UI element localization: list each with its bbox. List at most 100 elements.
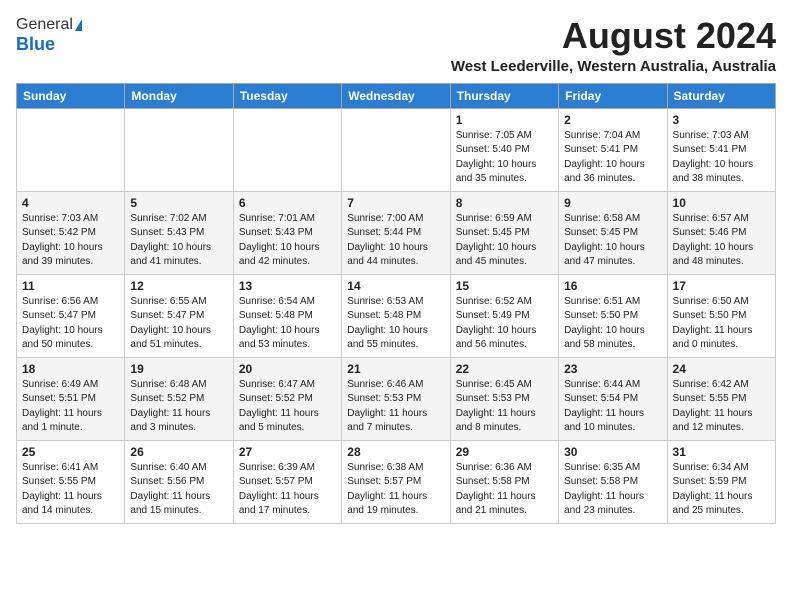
day-info: Sunrise: 6:53 AM Sunset: 5:48 PM Dayligh…: [347, 295, 444, 353]
calendar-cell: [233, 108, 341, 191]
day-number: 12: [130, 279, 227, 293]
day-number: 21: [347, 362, 444, 376]
day-info: Sunrise: 6:54 AM Sunset: 5:48 PM Dayligh…: [239, 295, 336, 353]
location-title: West Leederville, Western Australia, Aus…: [451, 58, 776, 75]
calendar-cell: 24Sunrise: 6:42 AM Sunset: 5:55 PM Dayli…: [667, 357, 775, 440]
day-info: Sunrise: 6:57 AM Sunset: 5:46 PM Dayligh…: [673, 212, 770, 270]
day-number: 28: [347, 445, 444, 459]
day-number: 1: [456, 113, 553, 127]
calendar-cell: 27 Sunrise: 6:39 AM Sunset: 5:57 PM Dayli…: [233, 440, 341, 523]
month-title: August 2024: [451, 16, 776, 56]
calendar-day-header: Saturday: [667, 83, 775, 108]
day-number: 20: [239, 362, 336, 376]
day-number: 16: [564, 279, 661, 293]
day-info: Sunrise: 6:40 AM Sunset: 5:56 PM Dayligh…: [130, 461, 227, 519]
day-number: 15: [456, 279, 553, 293]
day-info: Sunrise: 6:49 AM Sunset: 5:51 PM Dayligh…: [22, 378, 119, 436]
calendar-day-header: Friday: [559, 83, 667, 108]
day-number: 22: [456, 362, 553, 376]
calendar-cell: 7Sunrise: 7:00 AM Sunset: 5:44 PM Daylig…: [342, 191, 450, 274]
day-info: Sunrise: 6:45 AM Sunset: 5:53 PM Dayligh…: [456, 378, 553, 436]
page-header: General Blue August 2024 West Leedervill…: [16, 16, 776, 75]
day-info: Sunrise: 6:44 AM Sunset: 5:54 PM Dayligh…: [564, 378, 661, 436]
calendar-cell: 4Sunrise: 7:03 AM Sunset: 5:42 PM Daylig…: [17, 191, 125, 274]
calendar-cell: 12 Sunrise: 6:55 AM Sunset: 5:47 PM Dayli…: [125, 274, 233, 357]
day-number: 31: [673, 445, 770, 459]
calendar-cell: 6Sunrise: 7:01 AM Sunset: 5:43 PM Daylig…: [233, 191, 341, 274]
day-info: Sunrise: 6:38 AM Sunset: 5:57 PM Dayligh…: [347, 461, 444, 519]
day-number: 5: [130, 196, 227, 210]
calendar-day-header: Sunday: [17, 83, 125, 108]
calendar-cell: 5 Sunrise: 7:02 AM Sunset: 5:43 PM Daylig…: [125, 191, 233, 274]
day-info: Sunrise: 6:41 AM Sunset: 5:55 PM Dayligh…: [22, 461, 119, 519]
calendar-day-header: Thursday: [450, 83, 558, 108]
day-number: 30: [564, 445, 661, 459]
day-info: Sunrise: 6:47 AM Sunset: 5:52 PM Dayligh…: [239, 378, 336, 436]
day-info: Sunrise: 6:34 AM Sunset: 5:59 PM Dayligh…: [673, 461, 770, 519]
day-number: 19: [130, 362, 227, 376]
day-number: 29: [456, 445, 553, 459]
calendar-day-header: Wednesday: [342, 83, 450, 108]
calendar-cell: 10 Sunrise: 6:57 AM Sunset: 5:46 PM Dayli…: [667, 191, 775, 274]
calendar-cell: 13Sunrise: 6:54 AM Sunset: 5:48 PM Dayli…: [233, 274, 341, 357]
day-number: 8: [456, 196, 553, 210]
logo-triangle-icon: [75, 19, 82, 31]
calendar-cell: 17Sunrise: 6:50 AM Sunset: 5:50 PM Dayli…: [667, 274, 775, 357]
calendar-week-row: 25Sunrise: 6:41 AM Sunset: 5:55 PM Dayli…: [17, 440, 776, 523]
day-info: Sunrise: 6:35 AM Sunset: 5:58 PM Dayligh…: [564, 461, 661, 519]
calendar-cell: 20 Sunrise: 6:47 AM Sunset: 5:52 PM Dayli…: [233, 357, 341, 440]
day-info: Sunrise: 6:56 AM Sunset: 5:47 PM Dayligh…: [22, 295, 119, 353]
day-info: Sunrise: 7:02 AM Sunset: 5:43 PM Dayligh…: [130, 212, 227, 270]
calendar-cell: 18Sunrise: 6:49 AM Sunset: 5:51 PM Dayli…: [17, 357, 125, 440]
title-block: August 2024 West Leederville, Western Au…: [451, 16, 776, 75]
calendar-day-header: Tuesday: [233, 83, 341, 108]
day-info: Sunrise: 6:48 AM Sunset: 5:52 PM Dayligh…: [130, 378, 227, 436]
day-number: 17: [673, 279, 770, 293]
day-info: Sunrise: 7:05 AM Sunset: 5:40 PM Dayligh…: [456, 129, 553, 187]
day-info: Sunrise: 7:03 AM Sunset: 5:41 PM Dayligh…: [673, 129, 770, 187]
day-info: Sunrise: 6:51 AM Sunset: 5:50 PM Dayligh…: [564, 295, 661, 353]
day-info: Sunrise: 6:55 AM Sunset: 5:47 PM Dayligh…: [130, 295, 227, 353]
calendar-cell: 22 Sunrise: 6:45 AM Sunset: 5:53 PM Dayli…: [450, 357, 558, 440]
calendar-table: SundayMondayTuesdayWednesdayThursdayFrid…: [16, 83, 776, 524]
day-number: 10: [673, 196, 770, 210]
day-number: 11: [22, 279, 119, 293]
day-info: Sunrise: 7:01 AM Sunset: 5:43 PM Dayligh…: [239, 212, 336, 270]
calendar-cell: 14 Sunrise: 6:53 AM Sunset: 5:48 PM Dayli…: [342, 274, 450, 357]
calendar-cell: 11 Sunrise: 6:56 AM Sunset: 5:47 PM Dayli…: [17, 274, 125, 357]
day-info: Sunrise: 6:46 AM Sunset: 5:53 PM Dayligh…: [347, 378, 444, 436]
calendar-week-row: 11 Sunrise: 6:56 AM Sunset: 5:47 PM Dayli…: [17, 274, 776, 357]
day-number: 14: [347, 279, 444, 293]
day-number: 9: [564, 196, 661, 210]
calendar-cell: 9 Sunrise: 6:58 AM Sunset: 5:45 PM Daylig…: [559, 191, 667, 274]
logo: General Blue: [16, 16, 82, 55]
day-info: Sunrise: 6:59 AM Sunset: 5:45 PM Dayligh…: [456, 212, 553, 270]
calendar-cell: [342, 108, 450, 191]
calendar-cell: 21 Sunrise: 6:46 AM Sunset: 5:53 PM Dayli…: [342, 357, 450, 440]
day-info: Sunrise: 6:39 AM Sunset: 5:57 PM Dayligh…: [239, 461, 336, 519]
day-info: Sunrise: 6:58 AM Sunset: 5:45 PM Dayligh…: [564, 212, 661, 270]
calendar-cell: 25Sunrise: 6:41 AM Sunset: 5:55 PM Dayli…: [17, 440, 125, 523]
day-number: 27: [239, 445, 336, 459]
calendar-cell: 30 Sunrise: 6:35 AM Sunset: 5:58 PM Dayli…: [559, 440, 667, 523]
calendar-cell: 15 Sunrise: 6:52 AM Sunset: 5:49 PM Dayli…: [450, 274, 558, 357]
day-number: 7: [347, 196, 444, 210]
calendar-cell: 23 Sunrise: 6:44 AM Sunset: 5:54 PM Dayli…: [559, 357, 667, 440]
day-info: Sunrise: 6:52 AM Sunset: 5:49 PM Dayligh…: [456, 295, 553, 353]
calendar-cell: [125, 108, 233, 191]
day-info: Sunrise: 7:03 AM Sunset: 5:42 PM Dayligh…: [22, 212, 119, 270]
calendar-day-header: Monday: [125, 83, 233, 108]
calendar-week-row: 4Sunrise: 7:03 AM Sunset: 5:42 PM Daylig…: [17, 191, 776, 274]
calendar-cell: 26Sunrise: 6:40 AM Sunset: 5:56 PM Dayli…: [125, 440, 233, 523]
calendar-cell: 8 Sunrise: 6:59 AM Sunset: 5:45 PM Daylig…: [450, 191, 558, 274]
day-number: 3: [673, 113, 770, 127]
calendar-cell: 3 Sunrise: 7:03 AM Sunset: 5:41 PM Daylig…: [667, 108, 775, 191]
day-info: Sunrise: 7:04 AM Sunset: 5:41 PM Dayligh…: [564, 129, 661, 187]
day-info: Sunrise: 6:42 AM Sunset: 5:55 PM Dayligh…: [673, 378, 770, 436]
calendar-cell: 16 Sunrise: 6:51 AM Sunset: 5:50 PM Dayli…: [559, 274, 667, 357]
calendar-cell: 19 Sunrise: 6:48 AM Sunset: 5:52 PM Dayli…: [125, 357, 233, 440]
day-info: Sunrise: 6:36 AM Sunset: 5:58 PM Dayligh…: [456, 461, 553, 519]
calendar-cell: 31 Sunrise: 6:34 AM Sunset: 5:59 PM Dayli…: [667, 440, 775, 523]
day-number: 23: [564, 362, 661, 376]
logo-blue-text: Blue: [16, 34, 55, 55]
